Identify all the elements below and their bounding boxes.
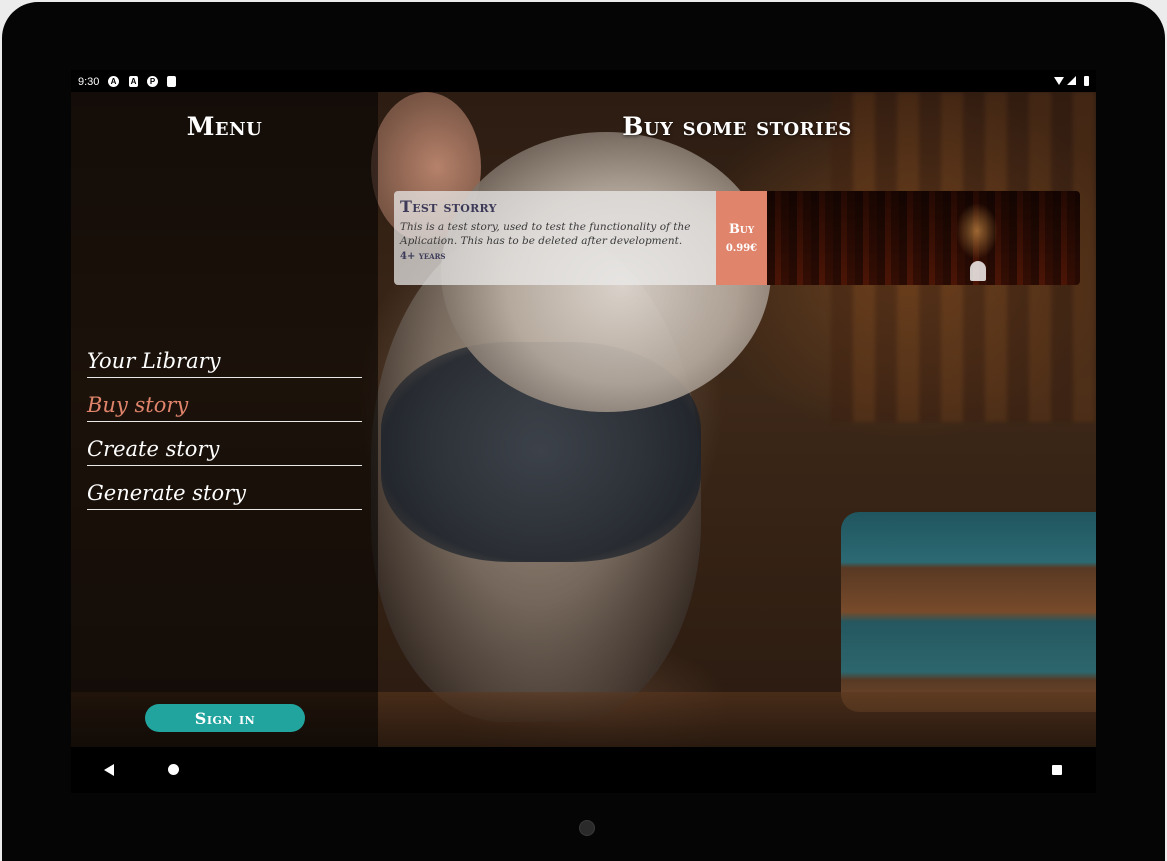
sign-in-button[interactable]: Sign in	[145, 704, 305, 732]
story-description: This is a test story, used to test the f…	[400, 221, 691, 247]
notification-a-square-icon: A	[129, 76, 138, 87]
menu-item-your-library[interactable]: Your Library	[87, 334, 362, 378]
story-cover-image	[767, 191, 1080, 285]
notification-p-icon: P	[147, 76, 158, 87]
buy-button[interactable]: Buy 0.99€	[716, 191, 767, 285]
battery-icon	[1084, 76, 1089, 86]
story-title: Test storry	[400, 197, 497, 216]
menu-item-create-story[interactable]: Create story	[87, 422, 362, 466]
status-time: 9:30	[78, 76, 100, 88]
recent-apps-icon[interactable]	[1052, 765, 1062, 775]
menu-item-generate-story[interactable]: Generate story	[87, 466, 362, 510]
wifi-icon	[1054, 77, 1064, 85]
cover-logo-icon	[970, 261, 986, 281]
side-menu: Menu Your Library Buy story Create story…	[71, 92, 378, 747]
sd-card-icon	[167, 76, 176, 87]
story-price: 0.99€	[725, 243, 758, 254]
status-bar: 9:30 A A P	[71, 70, 1096, 92]
page-title: Buy some stories	[622, 112, 852, 141]
menu-title: Menu	[186, 112, 263, 141]
screen: 9:30 A A P Menu Your Library Buy story C…	[71, 70, 1096, 793]
camera-icon	[579, 820, 595, 836]
buy-label: Buy	[728, 222, 755, 237]
tablet-device: 9:30 A A P Menu Your Library Buy story C…	[0, 0, 1167, 861]
story-info: Test storry This is a test story, used t…	[394, 191, 716, 285]
navigation-bar	[71, 747, 1096, 793]
menu-item-buy-story[interactable]: Buy story	[87, 378, 362, 422]
notification-a-icon: A	[108, 76, 119, 87]
back-icon[interactable]	[104, 764, 114, 776]
menu-list: Your Library Buy story Create story Gene…	[87, 334, 362, 510]
home-icon[interactable]	[168, 764, 179, 775]
signal-icon	[1067, 76, 1076, 85]
story-card[interactable]: Test storry This is a test story, used t…	[394, 191, 1080, 285]
story-age: 4+ years	[400, 251, 446, 262]
app-screen: Menu Your Library Buy story Create story…	[71, 92, 1096, 747]
background-books	[841, 512, 1096, 712]
